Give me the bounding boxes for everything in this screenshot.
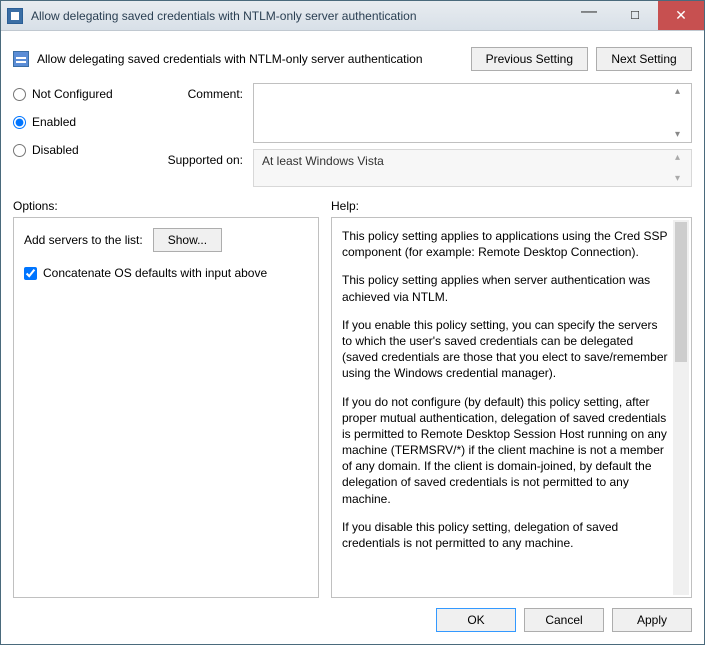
help-paragraph: If you disable this policy setting, dele… bbox=[342, 519, 669, 551]
policy-item-icon bbox=[13, 51, 29, 67]
help-scrollbar[interactable] bbox=[673, 220, 689, 595]
next-setting-button[interactable]: Next Setting bbox=[596, 47, 692, 71]
radio-enabled[interactable]: Enabled bbox=[13, 115, 163, 129]
minimize-button[interactable]: — bbox=[566, 1, 612, 30]
state-radio-group: Not Configured Enabled Disabled bbox=[13, 83, 163, 157]
previous-setting-button[interactable]: Previous Setting bbox=[471, 47, 588, 71]
close-button[interactable]: ✕ bbox=[658, 1, 704, 30]
policy-icon bbox=[7, 8, 23, 24]
help-paragraph: If you do not configure (by default) thi… bbox=[342, 394, 669, 507]
supported-on-value: At least Windows Vista bbox=[262, 154, 384, 168]
comment-label: Comment: bbox=[163, 83, 253, 101]
scrollbar-thumb[interactable] bbox=[675, 222, 687, 362]
help-section-label: Help: bbox=[331, 199, 692, 213]
comment-textarea[interactable]: ▴ ▾ bbox=[253, 83, 692, 143]
help-paragraph: This policy setting applies when server … bbox=[342, 272, 669, 304]
radio-not-configured-input[interactable] bbox=[13, 88, 26, 101]
apply-button[interactable]: Apply bbox=[612, 608, 692, 632]
radio-disabled-input[interactable] bbox=[13, 144, 26, 157]
help-panel: This policy setting applies to applicati… bbox=[331, 217, 692, 598]
cancel-button[interactable]: Cancel bbox=[524, 608, 604, 632]
concat-checkbox-row[interactable]: Concatenate OS defaults with input above bbox=[24, 266, 308, 280]
window-controls: — ☐ ✕ bbox=[566, 1, 704, 30]
panels-row: Add servers to the list: Show... Concate… bbox=[13, 217, 692, 598]
chevron-up-icon: ▴ bbox=[675, 152, 687, 163]
settings-grid: Not Configured Enabled Disabled Comment:… bbox=[13, 83, 692, 187]
radio-not-configured-label: Not Configured bbox=[32, 87, 113, 101]
maximize-button[interactable]: ☐ bbox=[612, 1, 658, 30]
header-row: Allow delegating saved credentials with … bbox=[13, 41, 692, 83]
show-button[interactable]: Show... bbox=[153, 228, 222, 252]
footer-buttons: OK Cancel Apply bbox=[13, 598, 692, 632]
supported-on-box: At least Windows Vista ▴ ▾ bbox=[253, 149, 692, 187]
concat-checkbox-label: Concatenate OS defaults with input above bbox=[43, 266, 267, 280]
titlebar[interactable]: Allow delegating saved credentials with … bbox=[1, 1, 704, 31]
chevron-up-icon[interactable]: ▴ bbox=[675, 86, 687, 97]
policy-editor-window: Allow delegating saved credentials with … bbox=[0, 0, 705, 645]
ok-button[interactable]: OK bbox=[436, 608, 516, 632]
chevron-down-icon: ▾ bbox=[675, 173, 687, 184]
radio-disabled[interactable]: Disabled bbox=[13, 143, 163, 157]
options-section-label: Options: bbox=[13, 199, 319, 213]
radio-disabled-label: Disabled bbox=[32, 143, 79, 157]
radio-not-configured[interactable]: Not Configured bbox=[13, 87, 163, 101]
chevron-down-icon[interactable]: ▾ bbox=[675, 129, 687, 140]
concat-checkbox[interactable] bbox=[24, 267, 37, 280]
add-servers-label: Add servers to the list: bbox=[24, 233, 143, 247]
add-servers-row: Add servers to the list: Show... bbox=[24, 228, 308, 252]
radio-enabled-input[interactable] bbox=[13, 116, 26, 129]
content-area: Allow delegating saved credentials with … bbox=[1, 31, 704, 644]
section-labels: Options: Help: bbox=[13, 199, 692, 213]
radio-enabled-label: Enabled bbox=[32, 115, 76, 129]
policy-heading: Allow delegating saved credentials with … bbox=[37, 52, 463, 66]
supported-on-label: Supported on: bbox=[163, 149, 253, 167]
help-paragraph: This policy setting applies to applicati… bbox=[342, 228, 669, 260]
window-title: Allow delegating saved credentials with … bbox=[31, 9, 566, 23]
options-panel: Add servers to the list: Show... Concate… bbox=[13, 217, 319, 598]
help-paragraph: If you enable this policy setting, you c… bbox=[342, 317, 669, 382]
